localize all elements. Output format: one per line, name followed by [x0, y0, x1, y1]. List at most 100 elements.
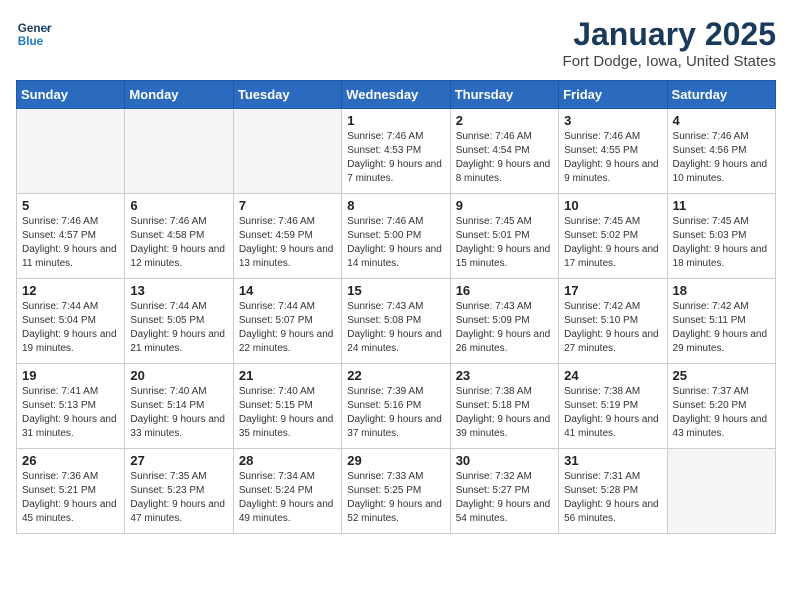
- day-detail: Sunrise: 7:44 AM Sunset: 5:07 PM Dayligh…: [239, 300, 336, 356]
- calendar-day-cell: 3Sunrise: 7:46 AM Sunset: 4:55 PM Daylig…: [559, 109, 667, 194]
- day-number: 27: [130, 453, 227, 468]
- calendar-day-cell: 21 Sunrise: 7:40 AM Sunset: 5:15 PM Dayli…: [233, 364, 341, 449]
- day-number: 22: [347, 368, 444, 383]
- weekday-header: Sunday: [17, 81, 125, 109]
- calendar-day-cell: [17, 109, 125, 194]
- day-detail: Sunrise: 7:31 AM Sunset: 5:28 PM Dayligh…: [564, 470, 661, 526]
- calendar-day-cell: 18 Sunrise: 7:42 AM Sunset: 5:11 PM Dayli…: [667, 279, 775, 364]
- calendar-day-cell: 30 Sunrise: 7:32 AM Sunset: 5:27 PM Dayli…: [450, 449, 558, 534]
- day-detail: Sunrise: 7:44 AM Sunset: 5:05 PM Dayligh…: [130, 300, 227, 356]
- day-detail: Sunrise: 7:39 AM Sunset: 5:16 PM Dayligh…: [347, 385, 444, 441]
- calendar-day-cell: [667, 449, 775, 534]
- day-detail: Sunrise: 7:45 AM Sunset: 5:03 PM Dayligh…: [673, 215, 770, 271]
- calendar-week-row: 26Sunrise: 7:36 AM Sunset: 5:21 PM Dayli…: [17, 449, 776, 534]
- day-detail: Sunrise: 7:45 AM Sunset: 5:02 PM Dayligh…: [564, 215, 661, 271]
- day-number: 6: [130, 198, 227, 213]
- day-detail: Sunrise: 7:40 AM Sunset: 5:15 PM Dayligh…: [239, 385, 336, 441]
- day-number: 31: [564, 453, 661, 468]
- day-number: 19: [22, 368, 119, 383]
- calendar-day-cell: 17 Sunrise: 7:42 AM Sunset: 5:10 PM Dayli…: [559, 279, 667, 364]
- calendar-day-cell: 20 Sunrise: 7:40 AM Sunset: 5:14 PM Dayli…: [125, 364, 233, 449]
- weekday-header: Wednesday: [342, 81, 450, 109]
- weekday-header: Tuesday: [233, 81, 341, 109]
- calendar-day-cell: 15Sunrise: 7:43 AM Sunset: 5:08 PM Dayli…: [342, 279, 450, 364]
- calendar-week-row: 1 Sunrise: 7:46 AM Sunset: 4:53 PM Daylig…: [17, 109, 776, 194]
- weekday-header: Saturday: [667, 81, 775, 109]
- day-number: 30: [456, 453, 553, 468]
- weekday-header: Thursday: [450, 81, 558, 109]
- calendar-title: January 2025: [563, 16, 776, 53]
- calendar-subtitle: Fort Dodge, Iowa, United States: [563, 53, 776, 70]
- day-number: 25: [673, 368, 770, 383]
- calendar-day-cell: 24 Sunrise: 7:38 AM Sunset: 5:19 PM Dayli…: [559, 364, 667, 449]
- day-number: 18: [673, 283, 770, 298]
- calendar-day-cell: 16Sunrise: 7:43 AM Sunset: 5:09 PM Dayli…: [450, 279, 558, 364]
- title-block: January 2025 Fort Dodge, Iowa, United St…: [563, 16, 776, 70]
- day-number: 28: [239, 453, 336, 468]
- day-detail: Sunrise: 7:45 AM Sunset: 5:01 PM Dayligh…: [456, 215, 553, 271]
- weekday-header: Friday: [559, 81, 667, 109]
- day-detail: Sunrise: 7:40 AM Sunset: 5:14 PM Dayligh…: [130, 385, 227, 441]
- calendar-day-cell: 4 Sunrise: 7:46 AM Sunset: 4:56 PM Daylig…: [667, 109, 775, 194]
- calendar-week-row: 5 Sunrise: 7:46 AM Sunset: 4:57 PM Daylig…: [17, 194, 776, 279]
- calendar-day-cell: 1 Sunrise: 7:46 AM Sunset: 4:53 PM Daylig…: [342, 109, 450, 194]
- day-detail: Sunrise: 7:46 AM Sunset: 4:53 PM Dayligh…: [347, 130, 444, 186]
- calendar-day-cell: 8Sunrise: 7:46 AM Sunset: 5:00 PM Daylig…: [342, 194, 450, 279]
- day-detail: Sunrise: 7:32 AM Sunset: 5:27 PM Dayligh…: [456, 470, 553, 526]
- day-detail: Sunrise: 7:46 AM Sunset: 4:56 PM Dayligh…: [673, 130, 770, 186]
- calendar-day-cell: 31 Sunrise: 7:31 AM Sunset: 5:28 PM Dayli…: [559, 449, 667, 534]
- calendar-day-cell: [125, 109, 233, 194]
- calendar-day-cell: 10 Sunrise: 7:45 AM Sunset: 5:02 PM Dayli…: [559, 194, 667, 279]
- day-number: 1: [347, 113, 444, 128]
- day-detail: Sunrise: 7:42 AM Sunset: 5:10 PM Dayligh…: [564, 300, 661, 356]
- day-number: 21: [239, 368, 336, 383]
- day-number: 20: [130, 368, 227, 383]
- day-number: 9: [456, 198, 553, 213]
- day-detail: Sunrise: 7:38 AM Sunset: 5:19 PM Dayligh…: [564, 385, 661, 441]
- logo: General Blue: [16, 16, 52, 52]
- day-detail: Sunrise: 7:46 AM Sunset: 4:58 PM Dayligh…: [130, 215, 227, 271]
- day-number: 15: [347, 283, 444, 298]
- day-number: 10: [564, 198, 661, 213]
- page-header: General Blue January 2025 Fort Dodge, Io…: [16, 16, 776, 70]
- day-number: 4: [673, 113, 770, 128]
- calendar-day-cell: 5 Sunrise: 7:46 AM Sunset: 4:57 PM Daylig…: [17, 194, 125, 279]
- day-number: 12: [22, 283, 119, 298]
- calendar-day-cell: 12 Sunrise: 7:44 AM Sunset: 5:04 PM Dayli…: [17, 279, 125, 364]
- day-number: 17: [564, 283, 661, 298]
- day-detail: Sunrise: 7:34 AM Sunset: 5:24 PM Dayligh…: [239, 470, 336, 526]
- calendar-day-cell: 23 Sunrise: 7:38 AM Sunset: 5:18 PM Dayli…: [450, 364, 558, 449]
- calendar-day-cell: 25 Sunrise: 7:37 AM Sunset: 5:20 PM Dayli…: [667, 364, 775, 449]
- calendar-table: SundayMondayTuesdayWednesdayThursdayFrid…: [16, 80, 776, 534]
- calendar-day-cell: 29Sunrise: 7:33 AM Sunset: 5:25 PM Dayli…: [342, 449, 450, 534]
- calendar-day-cell: 7Sunrise: 7:46 AM Sunset: 4:59 PM Daylig…: [233, 194, 341, 279]
- calendar-day-cell: 14 Sunrise: 7:44 AM Sunset: 5:07 PM Dayli…: [233, 279, 341, 364]
- day-number: 8: [347, 198, 444, 213]
- day-detail: Sunrise: 7:46 AM Sunset: 4:54 PM Dayligh…: [456, 130, 553, 186]
- calendar-day-cell: 27Sunrise: 7:35 AM Sunset: 5:23 PM Dayli…: [125, 449, 233, 534]
- day-detail: Sunrise: 7:37 AM Sunset: 5:20 PM Dayligh…: [673, 385, 770, 441]
- calendar-day-cell: 9 Sunrise: 7:45 AM Sunset: 5:01 PM Daylig…: [450, 194, 558, 279]
- calendar-day-cell: 28 Sunrise: 7:34 AM Sunset: 5:24 PM Dayli…: [233, 449, 341, 534]
- day-detail: Sunrise: 7:38 AM Sunset: 5:18 PM Dayligh…: [456, 385, 553, 441]
- day-number: 3: [564, 113, 661, 128]
- day-detail: Sunrise: 7:46 AM Sunset: 4:57 PM Dayligh…: [22, 215, 119, 271]
- day-number: 24: [564, 368, 661, 383]
- day-detail: Sunrise: 7:44 AM Sunset: 5:04 PM Dayligh…: [22, 300, 119, 356]
- day-number: 23: [456, 368, 553, 383]
- calendar-day-cell: [233, 109, 341, 194]
- day-detail: Sunrise: 7:43 AM Sunset: 5:09 PM Dayligh…: [456, 300, 553, 356]
- day-detail: Sunrise: 7:33 AM Sunset: 5:25 PM Dayligh…: [347, 470, 444, 526]
- day-number: 26: [22, 453, 119, 468]
- day-number: 5: [22, 198, 119, 213]
- calendar-day-cell: 11 Sunrise: 7:45 AM Sunset: 5:03 PM Dayli…: [667, 194, 775, 279]
- day-number: 14: [239, 283, 336, 298]
- weekday-header: Monday: [125, 81, 233, 109]
- calendar-day-cell: 22 Sunrise: 7:39 AM Sunset: 5:16 PM Dayli…: [342, 364, 450, 449]
- svg-text:Blue: Blue: [18, 35, 44, 48]
- day-detail: Sunrise: 7:46 AM Sunset: 4:59 PM Dayligh…: [239, 215, 336, 271]
- day-detail: Sunrise: 7:42 AM Sunset: 5:11 PM Dayligh…: [673, 300, 770, 356]
- calendar-day-cell: 19Sunrise: 7:41 AM Sunset: 5:13 PM Dayli…: [17, 364, 125, 449]
- day-number: 13: [130, 283, 227, 298]
- day-number: 11: [673, 198, 770, 213]
